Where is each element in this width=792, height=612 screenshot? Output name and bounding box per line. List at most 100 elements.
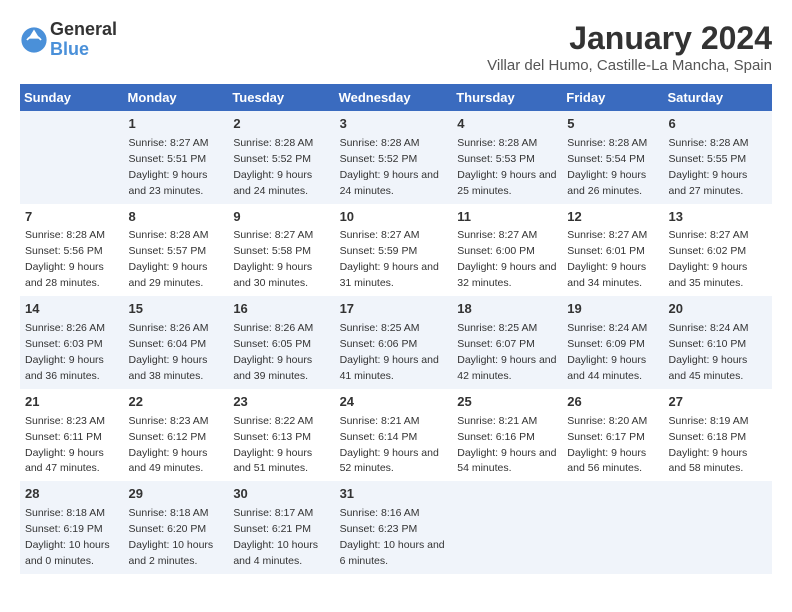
day-number: 2 bbox=[233, 115, 329, 134]
month-title: January 2024 bbox=[487, 20, 772, 57]
day-info: Sunrise: 8:27 AMSunset: 6:01 PMDaylight:… bbox=[567, 229, 647, 289]
day-number: 14 bbox=[25, 300, 119, 319]
day-info: Sunrise: 8:27 AMSunset: 6:00 PMDaylight:… bbox=[457, 229, 556, 289]
day-number: 13 bbox=[669, 208, 767, 227]
calendar-cell: 25 Sunrise: 8:21 AMSunset: 6:16 PMDaylig… bbox=[452, 389, 562, 482]
day-number: 15 bbox=[129, 300, 224, 319]
col-wednesday: Wednesday bbox=[335, 84, 453, 111]
day-info: Sunrise: 8:26 AMSunset: 6:04 PMDaylight:… bbox=[129, 322, 209, 382]
day-info: Sunrise: 8:21 AMSunset: 6:14 PMDaylight:… bbox=[340, 415, 439, 475]
day-info: Sunrise: 8:28 AMSunset: 5:56 PMDaylight:… bbox=[25, 229, 105, 289]
title-section: January 2024 Villar del Humo, Castille-L… bbox=[487, 20, 772, 74]
day-info: Sunrise: 8:20 AMSunset: 6:17 PMDaylight:… bbox=[567, 415, 647, 475]
calendar-cell: 16 Sunrise: 8:26 AMSunset: 6:05 PMDaylig… bbox=[228, 296, 334, 389]
day-number: 12 bbox=[567, 208, 658, 227]
day-info: Sunrise: 8:24 AMSunset: 6:10 PMDaylight:… bbox=[669, 322, 749, 382]
col-monday: Monday bbox=[124, 84, 229, 111]
day-number: 23 bbox=[233, 393, 329, 412]
calendar-cell: 9 Sunrise: 8:27 AMSunset: 5:58 PMDayligh… bbox=[228, 204, 334, 297]
day-info: Sunrise: 8:21 AMSunset: 6:16 PMDaylight:… bbox=[457, 415, 556, 475]
calendar-cell: 5 Sunrise: 8:28 AMSunset: 5:54 PMDayligh… bbox=[562, 111, 663, 204]
day-info: Sunrise: 8:26 AMSunset: 6:05 PMDaylight:… bbox=[233, 322, 313, 382]
calendar-cell: 27 Sunrise: 8:19 AMSunset: 6:18 PMDaylig… bbox=[664, 389, 772, 482]
calendar-cell: 22 Sunrise: 8:23 AMSunset: 6:12 PMDaylig… bbox=[124, 389, 229, 482]
day-number: 20 bbox=[669, 300, 767, 319]
calendar-cell: 8 Sunrise: 8:28 AMSunset: 5:57 PMDayligh… bbox=[124, 204, 229, 297]
calendar-cell: 23 Sunrise: 8:22 AMSunset: 6:13 PMDaylig… bbox=[228, 389, 334, 482]
day-info: Sunrise: 8:22 AMSunset: 6:13 PMDaylight:… bbox=[233, 415, 313, 475]
calendar-cell: 4 Sunrise: 8:28 AMSunset: 5:53 PMDayligh… bbox=[452, 111, 562, 204]
day-info: Sunrise: 8:19 AMSunset: 6:18 PMDaylight:… bbox=[669, 415, 749, 475]
col-sunday: Sunday bbox=[20, 84, 124, 111]
calendar-week-row: 7 Sunrise: 8:28 AMSunset: 5:56 PMDayligh… bbox=[20, 204, 772, 297]
calendar-week-row: 1 Sunrise: 8:27 AMSunset: 5:51 PMDayligh… bbox=[20, 111, 772, 204]
calendar-cell: 14 Sunrise: 8:26 AMSunset: 6:03 PMDaylig… bbox=[20, 296, 124, 389]
day-number: 10 bbox=[340, 208, 448, 227]
day-info: Sunrise: 8:27 AMSunset: 6:02 PMDaylight:… bbox=[669, 229, 749, 289]
calendar-cell: 15 Sunrise: 8:26 AMSunset: 6:04 PMDaylig… bbox=[124, 296, 229, 389]
calendar-cell: 29 Sunrise: 8:18 AMSunset: 6:20 PMDaylig… bbox=[124, 481, 229, 574]
day-info: Sunrise: 8:16 AMSunset: 6:23 PMDaylight:… bbox=[340, 507, 445, 567]
day-info: Sunrise: 8:26 AMSunset: 6:03 PMDaylight:… bbox=[25, 322, 105, 382]
day-number: 31 bbox=[340, 485, 448, 504]
logo-general: General bbox=[50, 20, 117, 40]
day-info: Sunrise: 8:27 AMSunset: 5:51 PMDaylight:… bbox=[129, 137, 209, 197]
calendar-cell: 11 Sunrise: 8:27 AMSunset: 6:00 PMDaylig… bbox=[452, 204, 562, 297]
day-number: 30 bbox=[233, 485, 329, 504]
day-info: Sunrise: 8:24 AMSunset: 6:09 PMDaylight:… bbox=[567, 322, 647, 382]
day-info: Sunrise: 8:18 AMSunset: 6:19 PMDaylight:… bbox=[25, 507, 110, 567]
calendar-cell: 21 Sunrise: 8:23 AMSunset: 6:11 PMDaylig… bbox=[20, 389, 124, 482]
logo-text: General Blue bbox=[50, 20, 117, 60]
col-friday: Friday bbox=[562, 84, 663, 111]
day-number: 16 bbox=[233, 300, 329, 319]
day-info: Sunrise: 8:17 AMSunset: 6:21 PMDaylight:… bbox=[233, 507, 318, 567]
calendar-cell: 10 Sunrise: 8:27 AMSunset: 5:59 PMDaylig… bbox=[335, 204, 453, 297]
day-number: 26 bbox=[567, 393, 658, 412]
calendar-cell: 28 Sunrise: 8:18 AMSunset: 6:19 PMDaylig… bbox=[20, 481, 124, 574]
calendar-cell: 6 Sunrise: 8:28 AMSunset: 5:55 PMDayligh… bbox=[664, 111, 772, 204]
calendar-week-row: 21 Sunrise: 8:23 AMSunset: 6:11 PMDaylig… bbox=[20, 389, 772, 482]
day-number: 18 bbox=[457, 300, 557, 319]
day-number: 19 bbox=[567, 300, 658, 319]
col-tuesday: Tuesday bbox=[228, 84, 334, 111]
calendar-table: Sunday Monday Tuesday Wednesday Thursday… bbox=[20, 84, 772, 574]
calendar-cell bbox=[664, 481, 772, 574]
day-number: 22 bbox=[129, 393, 224, 412]
calendar-cell: 7 Sunrise: 8:28 AMSunset: 5:56 PMDayligh… bbox=[20, 204, 124, 297]
calendar-cell bbox=[20, 111, 124, 204]
day-number: 25 bbox=[457, 393, 557, 412]
calendar-cell: 3 Sunrise: 8:28 AMSunset: 5:52 PMDayligh… bbox=[335, 111, 453, 204]
day-number: 17 bbox=[340, 300, 448, 319]
calendar-cell: 30 Sunrise: 8:17 AMSunset: 6:21 PMDaylig… bbox=[228, 481, 334, 574]
logo-blue: Blue bbox=[50, 40, 117, 60]
location: Villar del Humo, Castille-La Mancha, Spa… bbox=[487, 57, 772, 74]
calendar-week-row: 14 Sunrise: 8:26 AMSunset: 6:03 PMDaylig… bbox=[20, 296, 772, 389]
day-number: 3 bbox=[340, 115, 448, 134]
day-number: 6 bbox=[669, 115, 767, 134]
day-info: Sunrise: 8:28 AMSunset: 5:52 PMDaylight:… bbox=[233, 137, 313, 197]
calendar-cell: 1 Sunrise: 8:27 AMSunset: 5:51 PMDayligh… bbox=[124, 111, 229, 204]
calendar-cell: 26 Sunrise: 8:20 AMSunset: 6:17 PMDaylig… bbox=[562, 389, 663, 482]
day-number: 8 bbox=[129, 208, 224, 227]
day-number: 5 bbox=[567, 115, 658, 134]
calendar-cell bbox=[452, 481, 562, 574]
calendar-cell: 24 Sunrise: 8:21 AMSunset: 6:14 PMDaylig… bbox=[335, 389, 453, 482]
day-info: Sunrise: 8:28 AMSunset: 5:53 PMDaylight:… bbox=[457, 137, 556, 197]
calendar-cell bbox=[562, 481, 663, 574]
calendar-cell: 20 Sunrise: 8:24 AMSunset: 6:10 PMDaylig… bbox=[664, 296, 772, 389]
day-info: Sunrise: 8:28 AMSunset: 5:52 PMDaylight:… bbox=[340, 137, 439, 197]
day-info: Sunrise: 8:27 AMSunset: 5:59 PMDaylight:… bbox=[340, 229, 439, 289]
day-info: Sunrise: 8:18 AMSunset: 6:20 PMDaylight:… bbox=[129, 507, 214, 567]
day-number: 9 bbox=[233, 208, 329, 227]
day-number: 24 bbox=[340, 393, 448, 412]
day-info: Sunrise: 8:27 AMSunset: 5:58 PMDaylight:… bbox=[233, 229, 313, 289]
day-info: Sunrise: 8:23 AMSunset: 6:11 PMDaylight:… bbox=[25, 415, 105, 475]
calendar-cell: 13 Sunrise: 8:27 AMSunset: 6:02 PMDaylig… bbox=[664, 204, 772, 297]
page-header: General Blue January 2024 Villar del Hum… bbox=[20, 20, 772, 74]
logo-icon bbox=[20, 26, 48, 54]
day-info: Sunrise: 8:28 AMSunset: 5:54 PMDaylight:… bbox=[567, 137, 647, 197]
day-number: 11 bbox=[457, 208, 557, 227]
calendar-cell: 2 Sunrise: 8:28 AMSunset: 5:52 PMDayligh… bbox=[228, 111, 334, 204]
calendar-cell: 31 Sunrise: 8:16 AMSunset: 6:23 PMDaylig… bbox=[335, 481, 453, 574]
calendar-header-row: Sunday Monday Tuesday Wednesday Thursday… bbox=[20, 84, 772, 111]
